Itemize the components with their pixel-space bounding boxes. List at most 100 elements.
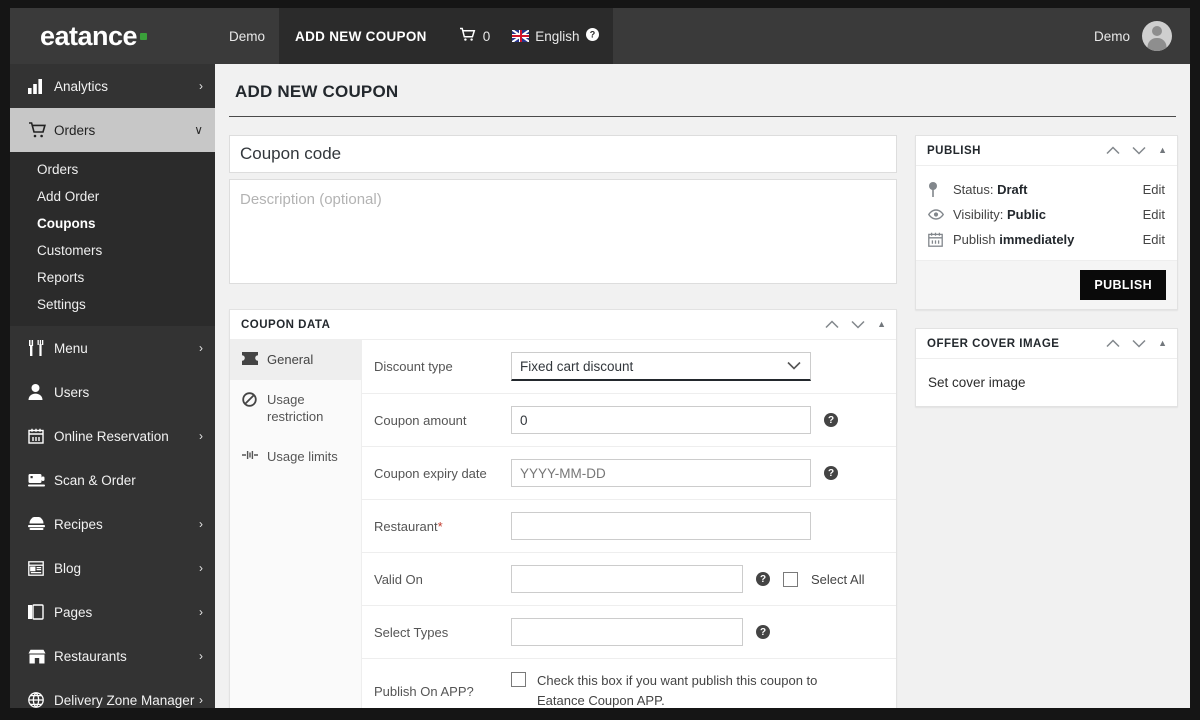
- select-types-input[interactable]: [511, 618, 743, 646]
- sidebar-item-recipes[interactable]: Recipes ›: [10, 502, 215, 546]
- coupon-data-tabs: General Usage restriction Usage limits: [230, 340, 362, 708]
- publish-panel-header: PUBLISH ▲: [916, 136, 1177, 166]
- cart-icon: [28, 121, 54, 139]
- nav-site-name[interactable]: Demo: [215, 8, 279, 64]
- coupon-expiry-label: Coupon expiry date: [374, 465, 487, 481]
- coupon-data-fields: Discount type Fixed cart discount Coupon…: [362, 340, 896, 708]
- collapse-toggle-icon[interactable]: ▲: [877, 320, 886, 329]
- move-up-icon[interactable]: [1106, 146, 1120, 155]
- collapse-toggle-icon[interactable]: ▲: [1158, 339, 1167, 348]
- publish-panel-body: Status: Draft Edit Visibility: Public Ed…: [916, 166, 1177, 260]
- tab-usage-limits[interactable]: Usage limits: [230, 437, 361, 477]
- sidebar-item-customers[interactable]: Customers: [10, 237, 215, 264]
- coupon-expiry-input[interactable]: [511, 459, 811, 487]
- sidebar-item-online-reservation[interactable]: Online Reservation ›: [10, 414, 215, 458]
- nav-language[interactable]: English ?: [506, 8, 613, 64]
- sidebar-item-analytics[interactable]: Analytics ›: [10, 64, 215, 108]
- sidebar-item-reports[interactable]: Reports: [10, 264, 215, 291]
- tab-usage-restriction[interactable]: Usage restriction: [230, 380, 361, 437]
- sidebar-item-settings[interactable]: Settings: [10, 291, 215, 318]
- page-title: ADD NEW COUPON: [229, 64, 1176, 117]
- tab-general[interactable]: General: [230, 340, 361, 380]
- sidebar-item-restaurants[interactable]: Restaurants ›: [10, 634, 215, 678]
- edit-visibility-link[interactable]: Edit: [1143, 207, 1165, 222]
- sidebar-item-users[interactable]: Users: [10, 370, 215, 414]
- sidebar-item-blog[interactable]: Blog ›: [10, 546, 215, 590]
- select-all-label: Select All: [811, 571, 865, 587]
- field-row-select-types: Select Types ?: [362, 606, 896, 659]
- sidebar-item-label: Menu: [54, 340, 88, 356]
- topbar-account[interactable]: Demo: [1094, 21, 1190, 51]
- tab-label: General: [267, 352, 314, 367]
- sidebar-item-menu[interactable]: Menu ›: [10, 326, 215, 370]
- sidebar-item-delivery-zone-manager[interactable]: Delivery Zone Manager ›: [10, 678, 215, 708]
- edit-status-link[interactable]: Edit: [1143, 182, 1165, 197]
- publish-on-app-label: Publish On APP?: [374, 683, 474, 699]
- nav-add-new-coupon[interactable]: ADD NEW COUPON: [279, 8, 443, 64]
- publish-status-row: Status: Draft Edit: [928, 177, 1165, 202]
- help-icon[interactable]: ?: [756, 572, 770, 586]
- coupon-amount-label: Coupon amount: [374, 412, 467, 428]
- pin-icon: [928, 182, 944, 197]
- coupon-description-textarea[interactable]: [229, 179, 897, 284]
- brand-logo[interactable]: eatance: [10, 8, 215, 64]
- help-icon[interactable]: ?: [585, 28, 599, 44]
- coupon-code-input[interactable]: [229, 135, 897, 173]
- app-window: eatance Demo ADD NEW COUPON 0 English ?: [10, 8, 1190, 708]
- select-all-checkbox[interactable]: [783, 571, 798, 587]
- sidebar-item-pages[interactable]: Pages ›: [10, 590, 215, 634]
- set-cover-image-link[interactable]: Set cover image: [928, 375, 1026, 390]
- sidebar-item-orders[interactable]: Orders ∨: [10, 108, 215, 152]
- coupon-data-body: General Usage restriction Usage limits D…: [230, 340, 896, 708]
- sidebar-item-label: Pages: [54, 604, 93, 620]
- visibility-value: Public: [1006, 207, 1046, 222]
- cart-icon: [459, 27, 476, 45]
- chevron-right-icon: ›: [199, 649, 203, 663]
- sidebar-item-coupons[interactable]: Coupons: [10, 210, 215, 237]
- brand-logo-text: eatance: [40, 20, 138, 51]
- sidebar-item-orders-list[interactable]: Orders: [10, 156, 215, 183]
- sidebar: Analytics › Orders ∨ Orders Add Order Co…: [10, 64, 215, 708]
- discount-type-select[interactable]: Fixed cart discount: [511, 352, 811, 381]
- publish-date-row: Publish immediately Edit: [928, 227, 1165, 252]
- field-row-coupon-expiry-date: Coupon expiry date ?: [362, 447, 896, 500]
- valid-on-label: Valid On: [374, 571, 423, 587]
- restaurant-input[interactable]: [511, 512, 811, 540]
- sidebar-item-label: Delivery Zone Manager: [54, 692, 195, 708]
- tab-label: Usage limits: [267, 448, 338, 464]
- collapse-toggle-icon[interactable]: ▲: [1158, 146, 1167, 155]
- publish-visibility-row: Visibility: Public Edit: [927, 202, 1165, 227]
- cover-panel-body: Set cover image: [916, 359, 1177, 406]
- edit-publish-date-link[interactable]: Edit: [1143, 232, 1165, 247]
- help-icon[interactable]: ?: [824, 413, 838, 427]
- cart-count: 0: [482, 28, 491, 44]
- chevron-down-icon: ∨: [194, 123, 203, 137]
- move-up-icon[interactable]: [825, 320, 839, 329]
- cover-panel-title: OFFER COVER IMAGE: [927, 337, 1060, 350]
- help-icon[interactable]: ?: [756, 625, 770, 639]
- offer-cover-image-panel: OFFER COVER IMAGE ▲ Set cover image: [915, 328, 1178, 407]
- move-down-icon[interactable]: [851, 320, 865, 329]
- publish-button[interactable]: PUBLISH: [1080, 270, 1166, 300]
- publish-on-app-checkbox[interactable]: [511, 672, 526, 687]
- sidebar-item-label: Scan & Order: [54, 472, 136, 488]
- sidebar-item-add-order[interactable]: Add Order: [10, 183, 215, 210]
- avatar[interactable]: [1142, 21, 1172, 51]
- coupon-data-panel-header: COUPON DATA ▲: [230, 310, 896, 340]
- sidebar-item-scan-and-order[interactable]: Scan & Order: [10, 458, 215, 502]
- sidebar-item-label: Recipes: [54, 516, 103, 532]
- sidebar-item-label: Online Reservation: [54, 428, 169, 444]
- nav-cart[interactable]: 0: [442, 8, 507, 64]
- move-up-icon[interactable]: [1106, 339, 1120, 348]
- publish-status-text: Status: Draft: [953, 182, 1134, 197]
- usage-limits-icon: [242, 449, 258, 461]
- coupon-amount-input[interactable]: [511, 406, 811, 434]
- valid-on-input[interactable]: [511, 565, 743, 593]
- move-down-icon[interactable]: [1132, 339, 1146, 348]
- help-icon[interactable]: ?: [824, 466, 838, 480]
- move-down-icon[interactable]: [1132, 146, 1146, 155]
- account-name: Demo: [1093, 28, 1130, 44]
- calendar-icon: [28, 428, 54, 444]
- secondary-column: PUBLISH ▲ Status: Draft Edit Visibility:…: [915, 135, 1178, 407]
- chevron-right-icon: ›: [199, 429, 203, 443]
